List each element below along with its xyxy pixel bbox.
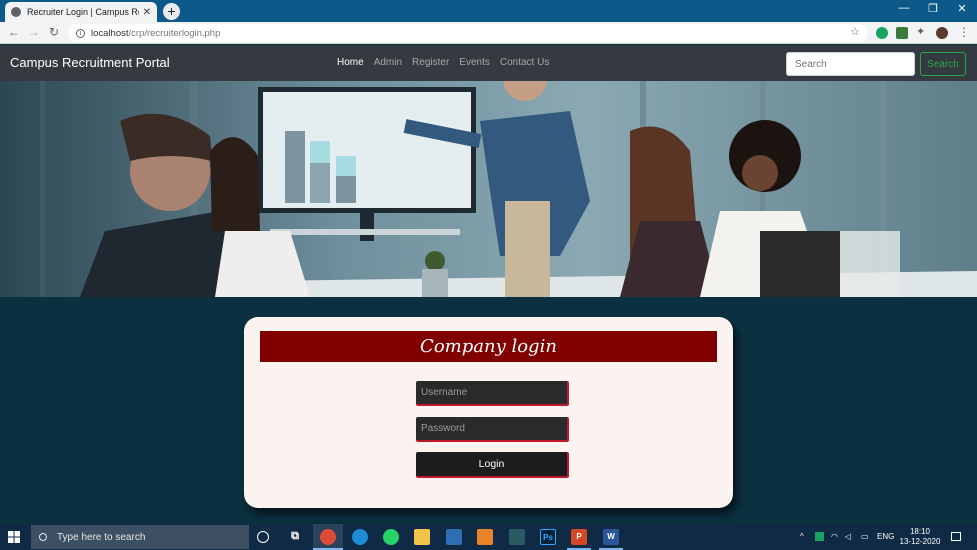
browser-tab[interactable]: Recruiter Login | Campus Recruitm ✕ (5, 2, 157, 22)
clock-date: 13-12-2020 (899, 537, 941, 546)
nav-contact-us[interactable]: Contact Us (500, 57, 549, 68)
word-icon[interactable]: W (603, 529, 619, 545)
username-input[interactable] (416, 381, 569, 406)
url-path: /crp/recruiterlogin.php (128, 27, 221, 39)
nav-register[interactable]: Register (412, 57, 449, 68)
minimize-icon[interactable]: — (890, 2, 918, 14)
chrome-icon[interactable] (320, 529, 336, 545)
main-nav: Home Admin Register Events Contact Us (337, 57, 549, 68)
back-icon[interactable]: ← (6, 25, 22, 39)
site-info-icon[interactable]: i (76, 28, 85, 38)
nav-events[interactable]: Events (459, 57, 490, 68)
powerpoint-icon[interactable]: P (571, 529, 587, 545)
file-explorer-icon[interactable] (414, 529, 430, 545)
tab-title: Recruiter Login | Campus Recruitm (27, 7, 139, 17)
windows-taskbar: Type here to search ⧉ Ps P W ^ ◠ ◁ ▭ ENG… (0, 524, 977, 550)
new-tab-button[interactable]: + (163, 3, 180, 20)
site-navbar: Campus Recruitment Portal Home Admin Reg… (0, 45, 977, 81)
volume-icon[interactable]: ◁ (845, 532, 851, 541)
sublime-text-icon[interactable] (477, 529, 493, 545)
tab-close-icon[interactable]: ✕ (143, 7, 151, 18)
puzzle-extensions-icon[interactable]: ✦ (916, 26, 928, 38)
meeting-room-illustration (0, 81, 977, 297)
login-button[interactable]: Login (416, 452, 569, 478)
site-brand[interactable]: Campus Recruitment Portal (10, 55, 170, 70)
bookmark-star-icon[interactable]: ☆ (850, 25, 860, 38)
taskbar-clock[interactable]: 18:10 13-12-2020 (898, 527, 942, 547)
browser-toolbar: ← → ↻ i localhost/crp/recruiterlogin.php… (0, 22, 977, 44)
browser-tab-strip: Recruiter Login | Campus Recruitm ✕ + — … (0, 0, 977, 22)
company-login-card: Company login Login (244, 317, 733, 508)
taskbar-search-box[interactable]: Type here to search (31, 525, 249, 549)
edge-icon[interactable] (352, 529, 368, 545)
site-search-input[interactable] (786, 52, 915, 76)
app-arrow-icon[interactable] (509, 529, 525, 545)
photoshop-icon[interactable]: Ps (540, 529, 556, 545)
tray-chevron-icon[interactable]: ^ (800, 532, 804, 541)
tray-app-icon[interactable] (815, 532, 824, 541)
extension-icon[interactable] (896, 27, 908, 39)
language-indicator[interactable]: ENG (877, 532, 894, 541)
site-search-button[interactable]: Search (920, 52, 966, 76)
hero-banner-image (0, 81, 977, 297)
globe-icon (11, 7, 21, 17)
search-icon (39, 533, 47, 541)
windows-start-icon[interactable] (8, 531, 20, 543)
profile-avatar[interactable] (936, 27, 948, 39)
notifications-icon[interactable] (951, 532, 961, 541)
whatsapp-icon[interactable] (383, 529, 399, 545)
reload-icon[interactable]: ↻ (46, 25, 62, 39)
app-icon[interactable] (446, 529, 462, 545)
url-host: localhost (91, 27, 129, 39)
nav-admin[interactable]: Admin (374, 57, 402, 68)
wifi-icon[interactable]: ◠ (831, 532, 838, 541)
forward-icon[interactable]: → (26, 25, 42, 39)
nav-home[interactable]: Home (337, 57, 364, 68)
battery-icon[interactable]: ▭ (861, 532, 869, 541)
address-bar[interactable]: i localhost/crp/recruiterlogin.php (68, 24, 868, 42)
login-title: Company login (260, 331, 717, 362)
taskbar-search-text: Type here to search (57, 531, 146, 543)
password-input[interactable] (416, 417, 569, 442)
task-view-icon[interactable]: ⧉ (287, 529, 303, 545)
cortana-icon[interactable] (257, 531, 269, 543)
window-close-icon[interactable]: ✕ (948, 2, 976, 15)
clock-time: 18:10 (909, 527, 931, 536)
menu-dots-icon[interactable]: ⋮ (956, 25, 972, 39)
restore-icon[interactable]: ❐ (919, 2, 947, 15)
grammarly-extension-icon[interactable] (876, 27, 888, 39)
